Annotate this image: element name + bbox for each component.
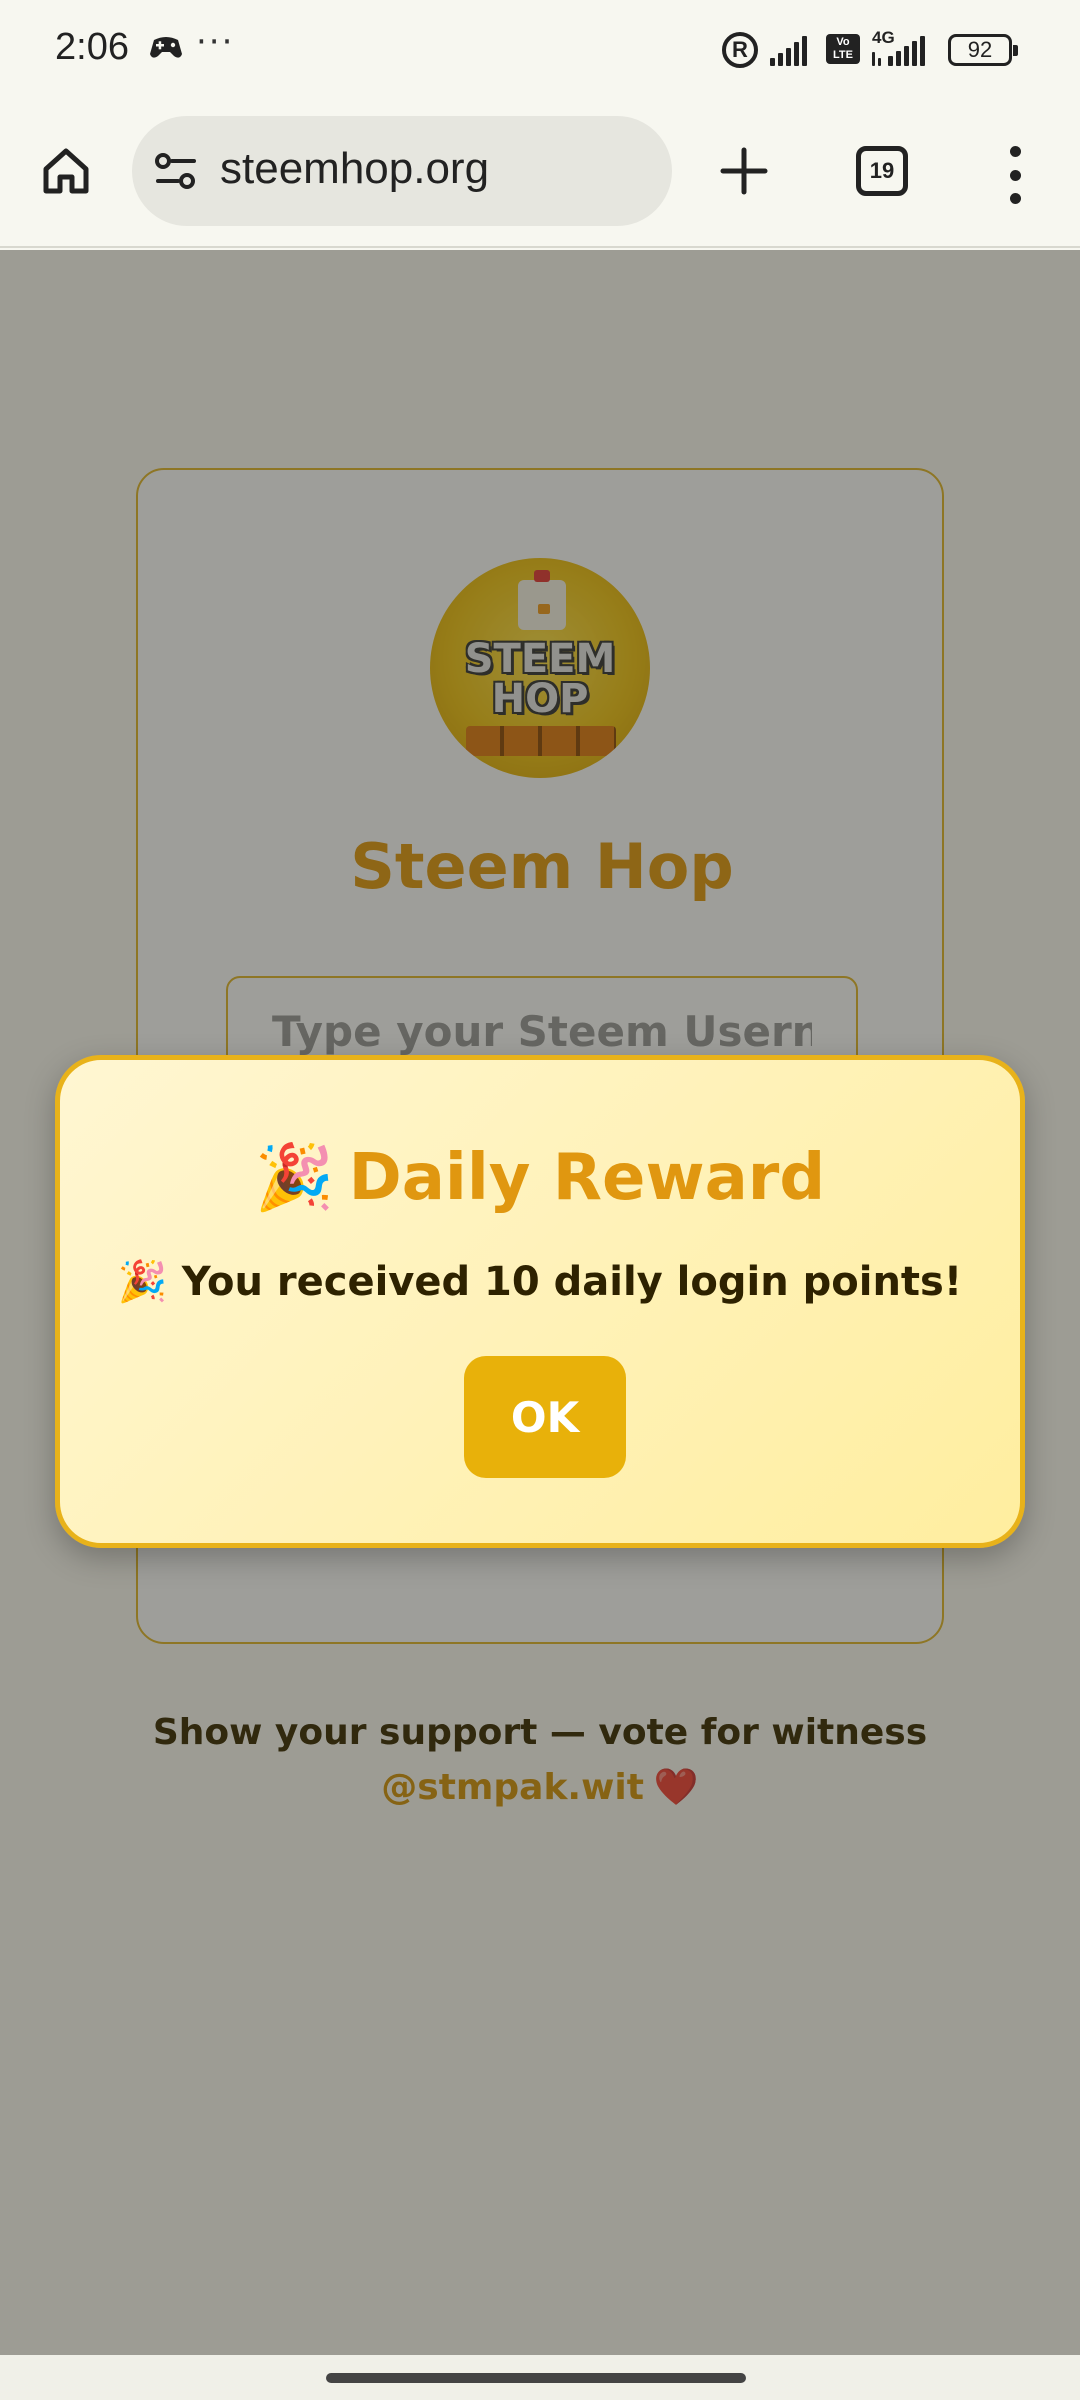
signal-4g-icon [872, 36, 928, 66]
browser-toolbar: steemhop.org 19 [0, 100, 1080, 248]
gesture-handle[interactable] [326, 2373, 746, 2383]
url-text[interactable]: steemhop.org [220, 144, 489, 194]
status-bar: 2:06 ··· R Vo LTE 4G 92 [0, 0, 1080, 100]
status-overflow-icon: ··· [196, 22, 235, 62]
new-tab-button[interactable] [708, 135, 780, 207]
dialog-message: 🎉 You received 10 daily login points! [60, 1258, 1020, 1305]
party-popper-icon: 🎉 [117, 1259, 168, 1305]
daily-reward-dialog: 🎉 Daily Reward 🎉 You received 10 daily log… [55, 1055, 1025, 1548]
site-settings-icon[interactable] [154, 151, 198, 191]
url-bar[interactable]: steemhop.org [132, 116, 672, 226]
ok-button[interactable]: OK [464, 1356, 626, 1478]
plus-icon [720, 147, 768, 195]
system-nav-bar [0, 2355, 1080, 2400]
tabs-button[interactable]: 19 [856, 146, 908, 196]
tab-count: 19 [869, 158, 895, 183]
status-time: 2:06 [55, 26, 129, 68]
game-controller-icon [150, 37, 182, 58]
dialog-message-text: You received 10 daily login points! [181, 1259, 963, 1305]
party-popper-icon: 🎉 [254, 1141, 335, 1215]
home-button[interactable] [30, 135, 102, 207]
more-vert-icon[interactable] [995, 140, 1035, 210]
volte-icon: Vo LTE [826, 34, 860, 64]
dialog-title-text: Daily Reward [348, 1141, 826, 1215]
home-icon [43, 148, 89, 194]
dialog-title: 🎉 Daily Reward [60, 1140, 1020, 1215]
registered-icon: R [722, 32, 758, 68]
battery-icon: 92 [948, 34, 1018, 66]
signal-icon [770, 36, 814, 66]
battery-level: 92 [967, 37, 993, 62]
